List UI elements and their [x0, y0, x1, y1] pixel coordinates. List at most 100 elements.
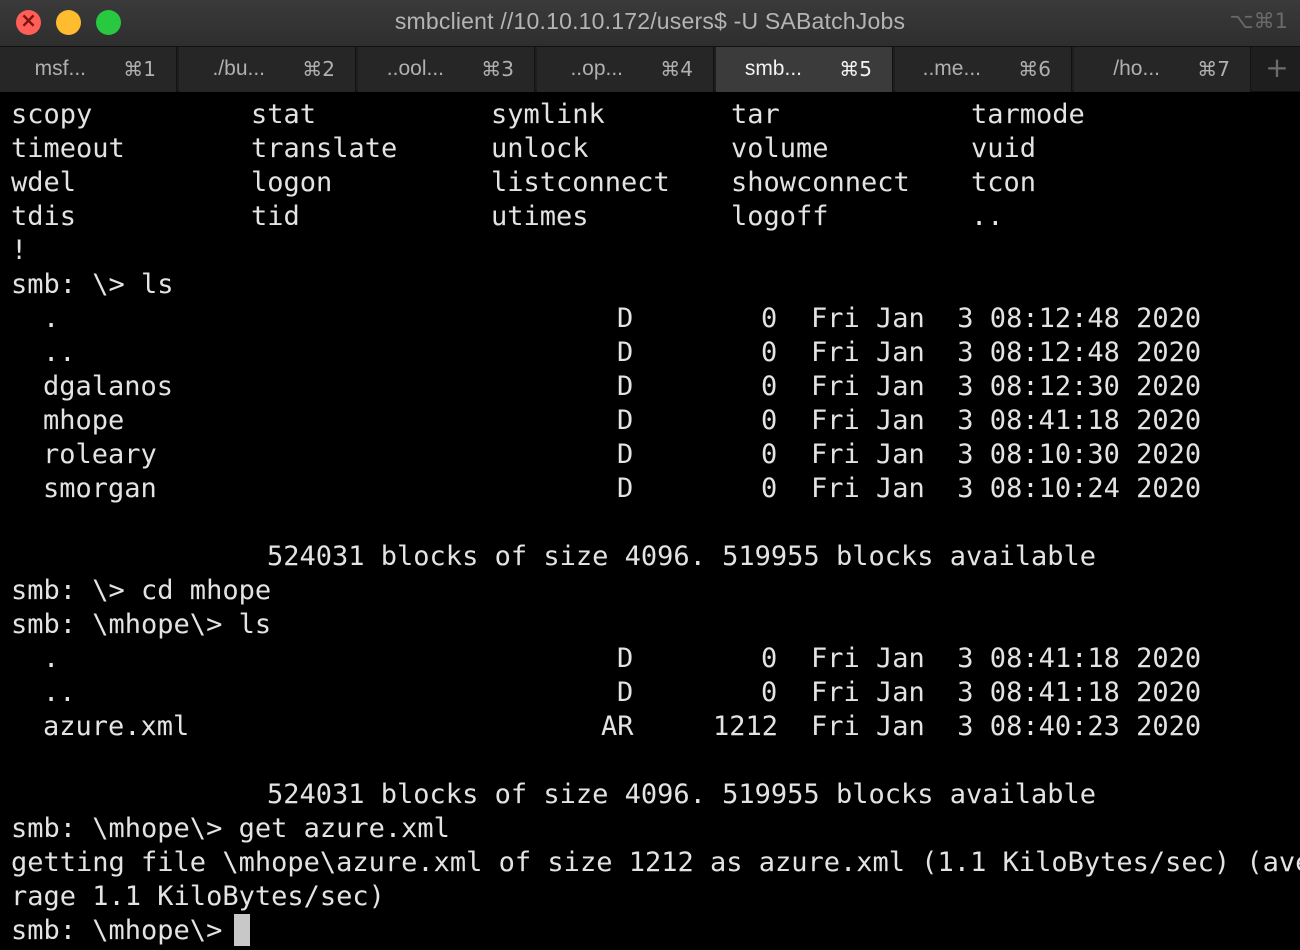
command-grid-row: timeout translate unlock volume vuid: [0, 133, 1036, 167]
command-name: stat: [251, 99, 317, 130]
prompt-text: smb: \mhope\> get azure.xml: [11, 813, 450, 844]
output-line: getting file \mhope\azure.xml of size 12…: [0, 847, 1300, 881]
command-name: volume: [731, 133, 829, 164]
entry-name: .: [43, 303, 60, 334]
listing-row: roleary D 0 Fri Jan 3 08:10:30 2020: [0, 439, 1201, 473]
tab-shortcut: ⌘1: [123, 57, 156, 81]
entry-size: 1212: [713, 711, 779, 742]
listing-row: azure.xml AR 1212 Fri Jan 3 08:40:23 202…: [0, 711, 1201, 745]
blocks-summary: 524031 blocks of size 4096. 519955 block…: [0, 541, 1096, 575]
window-shortcut: ⌥⌘1: [1229, 9, 1288, 33]
listing-row: . D 0 Fri Jan 3 08:41:18 2020: [0, 643, 1201, 677]
prompt-text: smb: \> cd mhope: [11, 575, 272, 606]
entry-size: 0: [761, 439, 778, 470]
entry-attr: AR: [601, 711, 634, 742]
title-bar: smbclient //10.10.10.172/users$ -U SABat…: [0, 0, 1300, 46]
tab-4[interactable]: ..op... ⌘4: [537, 47, 714, 92]
command-grid-row: !: [0, 235, 98, 269]
entry-date: Fri Jan 3 08:12:48 2020: [811, 337, 1202, 368]
command-name: showconnect: [731, 167, 910, 198]
tab-shortcut: ⌘3: [481, 57, 514, 81]
tab-label: ..me...: [922, 57, 981, 80]
entry-size: 0: [761, 405, 778, 436]
entry-attr: D: [617, 337, 634, 368]
entry-attr: D: [617, 371, 634, 402]
entry-date: Fri Jan 3 08:10:30 2020: [811, 439, 1202, 470]
listing-row: smorgan D 0 Fri Jan 3 08:10:24 2020: [0, 473, 1201, 507]
output-text: rage 1.1 KiloBytes/sec): [11, 881, 385, 912]
terminal-window: smbclient //10.10.10.172/users$ -U SABat…: [0, 0, 1300, 950]
command-name: tid: [251, 201, 300, 232]
tab-1[interactable]: msf... ⌘1: [0, 47, 177, 92]
entry-date: Fri Jan 3 08:10:24 2020: [811, 473, 1202, 504]
command-name: tcon: [971, 167, 1037, 198]
tab-bar: msf... ⌘1 ./bu... ⌘2 ..ool... ⌘3 ..op...…: [0, 46, 1300, 92]
command-grid-row: scopy stat symlink tar tarmode: [0, 99, 1085, 133]
command-grid-row: wdel logon listconnect showconnect tcon: [0, 167, 1036, 201]
active-prompt-line[interactable]: smb: \mhope\>: [0, 915, 222, 949]
tab-2[interactable]: ./bu... ⌘2: [179, 47, 356, 92]
entry-name: dgalanos: [43, 371, 174, 402]
prompt-text: smb: \> ls: [11, 269, 174, 300]
prompt-line: smb: \> cd mhope: [0, 575, 271, 609]
command-name: ..: [971, 201, 1004, 232]
tab-label: ..ool...: [386, 57, 444, 80]
command-name: listconnect: [491, 167, 670, 198]
command-name: timeout: [11, 133, 125, 164]
terminal-output[interactable]: scopy stat symlink tar tarmode timeout t…: [0, 92, 1300, 950]
listing-row: mhope D 0 Fri Jan 3 08:41:18 2020: [0, 405, 1201, 439]
prompt-text: smb: \mhope\>: [11, 915, 239, 946]
text-cursor: [234, 914, 250, 946]
tab-shortcut: ⌘2: [302, 57, 335, 81]
tab-label: msf...: [34, 57, 86, 80]
command-name: utimes: [491, 201, 589, 232]
output-text: getting file \mhope\azure.xml of size 12…: [11, 847, 1300, 878]
command-grid-row: tdis tid utimes logoff ..: [0, 201, 1004, 235]
tab-label: smb...: [744, 57, 802, 80]
command-name: tarmode: [971, 99, 1085, 130]
entry-attr: D: [617, 643, 634, 674]
command-name: logon: [251, 167, 333, 198]
command-name: wdel: [11, 167, 77, 198]
listing-row: dgalanos D 0 Fri Jan 3 08:12:30 2020: [0, 371, 1201, 405]
tab-label: ./bu...: [212, 57, 265, 80]
output-line: rage 1.1 KiloBytes/sec): [0, 881, 385, 915]
entry-size: 0: [761, 303, 778, 334]
tab-7[interactable]: /ho... ⌘7: [1074, 47, 1251, 92]
entry-date: Fri Jan 3 08:41:18 2020: [811, 643, 1202, 674]
listing-row: . D 0 Fri Jan 3 08:12:48 2020: [0, 303, 1201, 337]
blocks-summary: 524031 blocks of size 4096. 519955 block…: [0, 779, 1096, 813]
tab-6[interactable]: ..me... ⌘6: [895, 47, 1072, 92]
tab-5-active[interactable]: smb... ⌘5: [716, 47, 893, 92]
tab-shortcut: ⌘7: [1197, 57, 1230, 81]
command-name: vuid: [971, 133, 1037, 164]
entry-date: Fri Jan 3 08:41:18 2020: [811, 405, 1202, 436]
command-name: tdis: [11, 201, 77, 232]
entry-attr: D: [617, 405, 634, 436]
new-tab-button[interactable]: +: [1254, 47, 1300, 92]
entry-size: 0: [761, 371, 778, 402]
listing-row: .. D 0 Fri Jan 3 08:12:48 2020: [0, 337, 1201, 371]
tab-3[interactable]: ..ool... ⌘3: [358, 47, 535, 92]
entry-date: Fri Jan 3 08:12:48 2020: [811, 303, 1202, 334]
entry-attr: D: [617, 473, 634, 504]
entry-size: 0: [761, 473, 778, 504]
entry-date: Fri Jan 3 08:12:30 2020: [811, 371, 1202, 402]
blocks-text: 524031 blocks of size 4096. 519955 block…: [267, 541, 1097, 572]
command-name: unlock: [491, 133, 589, 164]
tab-label: ..op...: [570, 57, 623, 80]
command-name: symlink: [491, 99, 605, 130]
entry-name: ..: [43, 677, 76, 708]
listing-row: .. D 0 Fri Jan 3 08:41:18 2020: [0, 677, 1201, 711]
command-name: scopy: [11, 99, 93, 130]
entry-date: Fri Jan 3 08:40:23 2020: [811, 711, 1202, 742]
entry-name: azure.xml: [43, 711, 190, 742]
blocks-text: 524031 blocks of size 4096. 519955 block…: [267, 779, 1097, 810]
command-name: !: [11, 235, 28, 266]
tab-shortcut: ⌘6: [1018, 57, 1051, 81]
entry-size: 0: [761, 677, 778, 708]
entry-attr: D: [617, 303, 634, 334]
entry-size: 0: [761, 643, 778, 674]
window-title: smbclient //10.10.10.172/users$ -U SABat…: [394, 8, 906, 34]
prompt-line: smb: \> ls: [0, 269, 174, 303]
